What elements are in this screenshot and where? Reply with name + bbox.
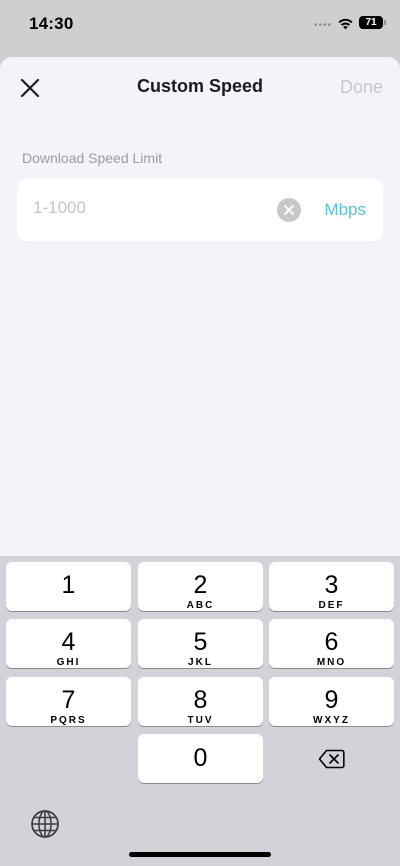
key-digit: 6 [324, 628, 339, 656]
key-1[interactable]: 1 [6, 562, 131, 611]
backspace-icon [318, 749, 345, 768]
key-6[interactable]: 6 MNO [269, 619, 394, 668]
key-letters: GHI [56, 657, 81, 668]
key-7[interactable]: 7 PQRS [6, 677, 131, 726]
signal-dots-icon: •••• [314, 20, 333, 31]
key-digit: 3 [324, 571, 339, 599]
clear-icon [284, 205, 294, 215]
done-button[interactable]: Done [340, 77, 383, 98]
key-digit: 5 [193, 628, 208, 656]
key-4[interactable]: 4 GHI [6, 619, 131, 668]
key-5[interactable]: 5 JKL [138, 619, 263, 668]
key-8[interactable]: 8 TUV [138, 677, 263, 726]
key-letters: PQRS [50, 715, 87, 726]
download-speed-field: Mbps [17, 179, 383, 241]
status-time: 14:30 [29, 14, 74, 33]
key-2[interactable]: 2 ABC [138, 562, 263, 611]
key-digit: 4 [61, 628, 76, 656]
key-digit: 2 [193, 571, 208, 599]
download-speed-label: Download Speed Limit [22, 150, 163, 166]
delete-button[interactable] [269, 734, 394, 783]
key-letters: JKL [188, 657, 213, 668]
globe-icon[interactable] [28, 807, 62, 841]
download-speed-input[interactable] [33, 198, 263, 218]
key-9[interactable]: 9 WXYZ [269, 677, 394, 726]
key-digit: 1 [61, 571, 76, 599]
key-letters: TUV [187, 715, 214, 726]
home-indicator [129, 852, 271, 857]
key-letters: WXYZ [313, 715, 350, 726]
key-letters: ABC [186, 600, 215, 611]
unit-label: Mbps [324, 200, 366, 219]
key-letters: MNO [316, 657, 347, 668]
key-0[interactable]: 0 [138, 734, 263, 783]
key-digit: 0 [193, 744, 208, 772]
key-3[interactable]: 3 DEF [269, 562, 394, 611]
battery-icon: 71 [359, 16, 386, 29]
clear-button[interactable] [277, 198, 301, 222]
status-bar: 14:30 •••• 71 [0, 0, 400, 50]
custom-speed-sheet: Custom Speed Done Download Speed Limit M… [0, 57, 400, 556]
wifi-icon [338, 18, 353, 30]
battery-level: 71 [365, 17, 377, 28]
key-digit: 7 [61, 686, 76, 714]
key-letters: DEF [318, 600, 345, 611]
key-digit: 9 [324, 686, 339, 714]
numeric-keyboard: 1 2 ABC 3 DEF 4 GHI 5 JKL 6 MNO 7 PQRS 8… [0, 556, 400, 866]
key-digit: 8 [193, 686, 208, 714]
